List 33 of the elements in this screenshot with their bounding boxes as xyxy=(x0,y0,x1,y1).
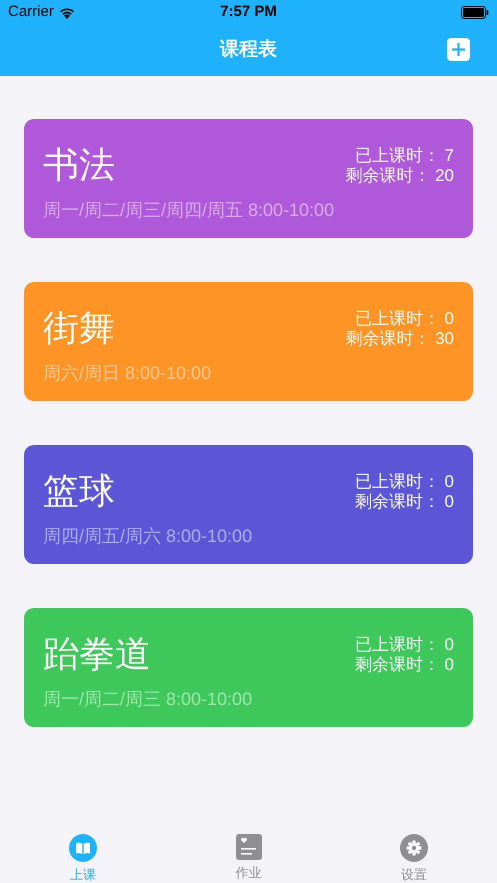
course-schedule: 周一/周二/周三 8:00-10:00 xyxy=(43,688,254,711)
remaining-hours: 剩余课时： 20 xyxy=(345,166,454,186)
remaining-hours: 剩余课时： 30 xyxy=(345,329,454,349)
remaining-hours: 剩余课时： 0 xyxy=(354,492,454,512)
course-card[interactable]: 跆拳道 已上课时： 0 剩余课时： 0 周一/周二/周三 8:00-10:00 xyxy=(24,608,473,727)
course-name: 篮球 xyxy=(43,469,115,513)
nav-title: 课程表 xyxy=(220,38,277,62)
course-schedule: 周一/周二/周三/周四/周五 8:00-10:00 xyxy=(43,199,336,222)
course-card[interactable]: 书法 已上课时： 7 剩余课时： 20 周一/周二/周三/周四/周五 8:00-10:00 xyxy=(24,119,473,238)
gear-icon xyxy=(400,834,428,862)
wifi-icon xyxy=(58,6,76,19)
course-card[interactable]: 街舞 已上课时： 0 剩余课时： 30 周六/周日 8:00-10:00 xyxy=(24,282,473,401)
carrier-label: Carrier xyxy=(8,2,54,22)
course-schedule: 周四/周五/周六 8:00-10:00 xyxy=(43,525,254,548)
remaining-hours: 剩余课时： 0 xyxy=(354,655,454,675)
tab-item[interactable]: 上课 xyxy=(0,834,166,883)
note-icon xyxy=(236,834,262,860)
course-name: 跆拳道 xyxy=(43,632,151,676)
attended-hours: 已上课时： 7 xyxy=(354,146,454,166)
attended-hours: 已上课时： 0 xyxy=(354,309,454,329)
book-icon xyxy=(68,834,97,862)
add-button[interactable] xyxy=(447,38,470,61)
course-name: 街舞 xyxy=(43,306,115,350)
course-card[interactable]: 篮球 已上课时： 0 剩余课时： 0 周四/周五/周六 8:00-10:00 xyxy=(24,445,473,564)
tab-item[interactable]: 作业 xyxy=(166,834,332,882)
plus-icon xyxy=(452,43,465,56)
tab-item[interactable]: 设置 xyxy=(331,834,497,883)
attended-hours: 已上课时： 0 xyxy=(354,635,454,655)
course-schedule: 周六/周日 8:00-10:00 xyxy=(43,362,212,385)
attended-hours: 已上课时： 0 xyxy=(354,472,454,492)
course-name: 书法 xyxy=(43,143,115,187)
status-time: 7:57 PM xyxy=(220,2,277,22)
battery-icon xyxy=(460,6,489,19)
